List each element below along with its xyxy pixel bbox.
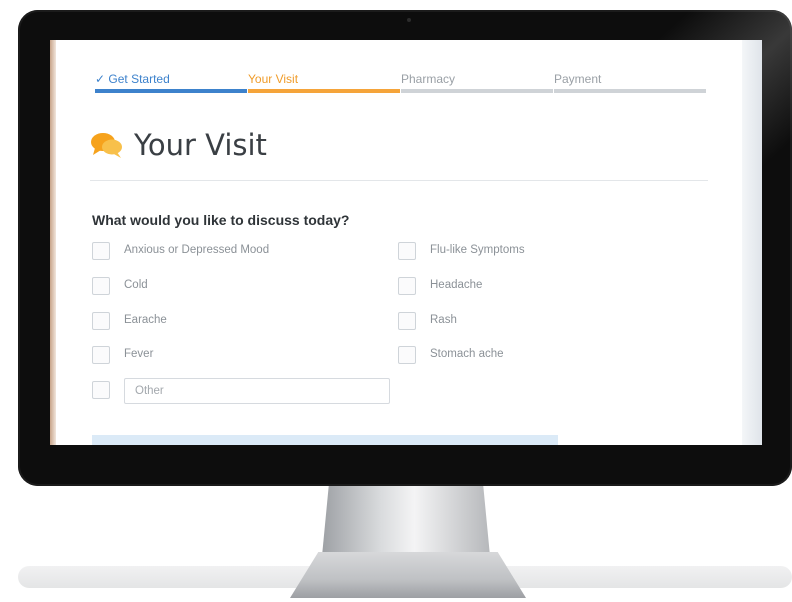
checkbox[interactable] — [92, 381, 110, 399]
option-fever[interactable]: Fever — [92, 346, 382, 368]
page-title: Your Visit — [134, 128, 267, 162]
monitor-bezel: ✓ Get Started Your Visit Pharmacy Paymen… — [18, 10, 792, 486]
screen: ✓ Get Started Your Visit Pharmacy Paymen… — [50, 40, 762, 445]
option-label: Anxious or Depressed Mood — [124, 244, 270, 256]
step-bar — [401, 89, 553, 93]
step-payment[interactable]: Payment — [554, 70, 706, 94]
step-bar — [554, 89, 706, 93]
option-flu-like[interactable]: Flu-like Symptoms — [398, 242, 688, 264]
checkbox[interactable] — [398, 312, 416, 330]
step-get-started[interactable]: ✓ Get Started — [95, 70, 247, 94]
imac-mockup: ✓ Get Started Your Visit Pharmacy Paymen… — [0, 0, 792, 602]
chat-bubbles-icon — [91, 133, 122, 158]
step-bar — [95, 89, 247, 93]
progress-steps: ✓ Get Started Your Visit Pharmacy Paymen… — [95, 70, 707, 98]
checkbox[interactable] — [92, 277, 110, 295]
option-label: Earache — [124, 314, 167, 326]
option-label: Fever — [124, 348, 154, 360]
option-earache[interactable]: Earache — [92, 312, 382, 334]
option-label: Rash — [430, 314, 457, 326]
option-anxious-depressed[interactable]: Anxious or Depressed Mood — [92, 242, 382, 264]
checkbox[interactable] — [92, 312, 110, 330]
option-stomach-ache[interactable]: Stomach ache — [398, 346, 688, 368]
option-rash[interactable]: Rash — [398, 312, 688, 334]
step-label: Your Visit — [248, 72, 299, 86]
page-header: Your Visit — [90, 128, 710, 168]
next-section-banner — [92, 435, 558, 445]
checkbox[interactable] — [398, 242, 416, 260]
option-label: Flu-like Symptoms — [430, 244, 525, 256]
step-label: Pharmacy — [401, 72, 456, 86]
step-label: ✓ Get Started — [95, 72, 170, 86]
option-other[interactable] — [92, 378, 392, 404]
option-cold[interactable]: Cold — [92, 277, 382, 299]
checkbox[interactable] — [398, 277, 416, 295]
monitor-stand-foot — [290, 552, 526, 598]
step-bar — [248, 89, 400, 93]
browser-edge-left — [50, 40, 56, 445]
checkbox[interactable] — [92, 346, 110, 364]
question-heading: What would you like to discuss today? — [92, 212, 350, 228]
step-pharmacy[interactable]: Pharmacy — [401, 70, 553, 94]
option-headache[interactable]: Headache — [398, 277, 688, 299]
option-label: Cold — [124, 279, 148, 291]
other-input[interactable] — [124, 378, 390, 404]
option-label: Stomach ache — [430, 348, 504, 360]
header-divider — [90, 180, 708, 181]
monitor-stand-neck — [322, 486, 490, 556]
step-your-visit[interactable]: Your Visit — [248, 70, 400, 94]
symptom-options: Anxious or Depressed Mood Cold Earache F… — [92, 242, 712, 412]
camera-dot — [407, 18, 411, 22]
checkbox[interactable] — [398, 346, 416, 364]
browser-scrollbar[interactable] — [742, 40, 762, 445]
checkbox[interactable] — [92, 242, 110, 260]
step-label: Payment — [554, 72, 602, 86]
option-label: Headache — [430, 279, 483, 291]
